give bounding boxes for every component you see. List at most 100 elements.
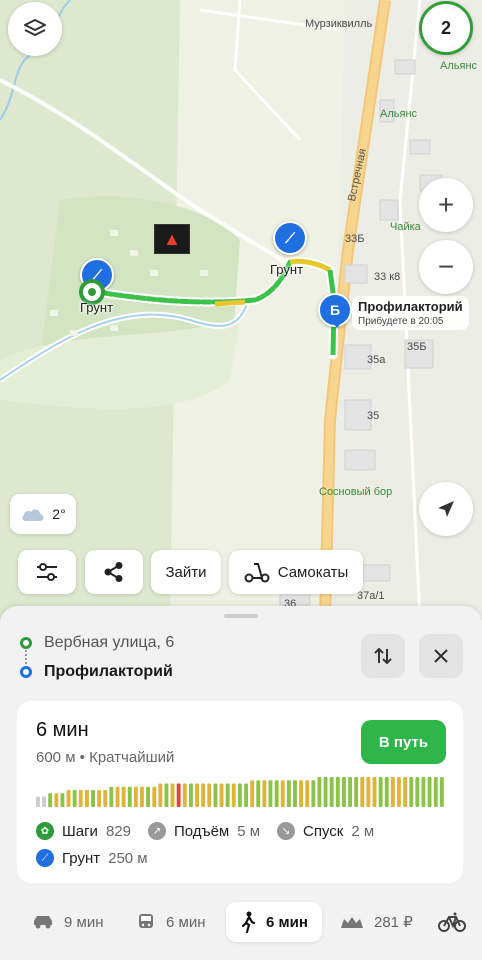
stat-steps: ✿ Шаги 829 <box>36 822 131 840</box>
start-route-button[interactable]: В путь <box>361 720 446 764</box>
layers-icon <box>24 19 46 36</box>
elevation-bar <box>133 786 138 807</box>
close-icon <box>434 649 448 663</box>
elevation-bar <box>195 783 199 807</box>
elevation-bar <box>140 786 144 807</box>
waypoint-from[interactable]: Вербная улица, 6 <box>20 634 174 652</box>
elevation-bar <box>78 790 83 807</box>
elevation-bar <box>182 783 187 807</box>
elevation-bar <box>85 790 89 807</box>
notifications-badge-button[interactable]: 2 <box>419 1 473 55</box>
walking-icon <box>241 911 256 933</box>
elevation-bar <box>60 793 65 807</box>
destination-title: Профилакторий <box>358 299 463 314</box>
share-icon <box>104 562 123 582</box>
car-icon <box>34 916 52 929</box>
sliders-icon <box>37 563 57 581</box>
surface-pin-mid-icon[interactable]: ⟋ <box>273 221 307 255</box>
transport-modes-bar: 9 мин 6 мин 6 мин 281 ₽ <box>0 902 482 946</box>
elevation-bar <box>286 780 291 807</box>
bicycle-icon <box>438 912 466 932</box>
map-label-sosnovy-bor: Сосновый бор <box>319 486 393 498</box>
zoom-out-button[interactable]: − <box>419 240 473 294</box>
elevation-bar <box>354 777 359 807</box>
destination-eta: Прибудете в 20:05 <box>358 316 444 327</box>
elevation-bar <box>256 780 261 807</box>
destination-pin[interactable]: Б <box>318 293 352 328</box>
ascent-icon: ↗ <box>148 822 166 840</box>
elevation-bar <box>366 777 371 807</box>
elevation-bar <box>164 783 169 807</box>
waypoint-to[interactable]: Профилакторий <box>20 663 173 681</box>
destination-callout[interactable]: Профилакторий Прибудете в 20:05 <box>352 296 469 330</box>
elevation-bar <box>207 783 212 807</box>
route-bottom-sheet[interactable]: Вербная улица, 6 Профилакторий 6 мин 600… <box>0 606 482 960</box>
elevation-bar <box>152 786 157 807</box>
elevation-bar <box>403 777 408 807</box>
map-view[interactable]: Мурзиквилль Альянс Альянс Встречная Чайк… <box>0 0 482 620</box>
elevation-bar <box>54 793 59 807</box>
elevation-bar <box>384 777 389 807</box>
descent-value: 2 м <box>351 822 375 840</box>
origin-dot-icon <box>20 637 32 649</box>
waypoint-from-label: Вербная улица, 6 <box>44 634 175 651</box>
elevation-bar <box>66 790 71 807</box>
scooters-button[interactable]: Самокаты <box>229 550 363 594</box>
route-card[interactable]: 6 мин 600 м • Кратчайший В путь ✿ Шаги 8… <box>17 701 463 883</box>
add-stop-button[interactable]: Зайти <box>151 550 221 594</box>
elevation-bar <box>91 790 95 807</box>
mode-walk[interactable]: 6 мин <box>226 902 322 942</box>
elevation-bar <box>170 783 175 807</box>
mode-taxi[interactable]: 281 ₽ <box>340 902 413 942</box>
steps-value: 829 <box>105 822 131 840</box>
elevation-bar <box>305 780 310 807</box>
map-label-alyans-top: Альянс <box>440 60 478 72</box>
waypoint-to-label: Профилакторий <box>44 663 173 680</box>
waypoint-connector <box>25 650 27 664</box>
map-label-murzikville: Мурзиквилль <box>305 18 373 30</box>
mode-transit[interactable]: 6 мин <box>136 902 206 942</box>
sheet-drag-handle[interactable] <box>224 614 258 618</box>
zoom-in-button[interactable]: + <box>419 178 473 232</box>
weather-widget[interactable]: 2° <box>10 494 76 534</box>
elevation-bar <box>323 777 328 807</box>
navigation-arrow-icon <box>438 501 454 517</box>
elevation-bar <box>415 777 420 807</box>
mode-walk-time: 6 мин <box>266 913 308 931</box>
stat-ascent: ↗ Подъём 5 м <box>148 822 260 840</box>
map-label-35a: 35а <box>367 354 386 366</box>
share-button[interactable] <box>85 550 143 594</box>
elevation-bar <box>421 777 426 807</box>
elevation-bar <box>372 777 377 807</box>
elevation-bar <box>409 777 414 807</box>
leaf-icon: ✿ <box>36 822 54 840</box>
elevation-bar <box>225 783 230 807</box>
route-distance-info: 600 м • Кратчайший <box>36 749 175 766</box>
elevation-bar <box>158 783 163 807</box>
scooters-label: Самокаты <box>277 563 349 581</box>
elevation-bar <box>293 780 297 807</box>
scooter-icon <box>244 563 270 583</box>
elevation-bar <box>103 790 108 807</box>
layers-button[interactable] <box>8 2 62 56</box>
elevation-bar <box>378 777 383 807</box>
my-location-button[interactable] <box>419 482 473 536</box>
elevation-bar <box>274 780 279 807</box>
elevation-bar <box>213 783 218 807</box>
mode-car[interactable]: 9 мин <box>32 902 104 942</box>
weather-temperature: 2° <box>52 506 66 522</box>
elevation-bar <box>231 783 236 807</box>
fire-poi-icon[interactable]: ▲ <box>154 224 190 254</box>
route-settings-button[interactable] <box>18 550 76 594</box>
close-button[interactable] <box>419 634 463 678</box>
swap-waypoints-button[interactable] <box>361 634 405 678</box>
elevation-bar <box>115 786 120 807</box>
elevation-bar <box>121 786 126 807</box>
map-label-37a1: 37а/1 <box>357 590 385 602</box>
elevation-bar <box>109 786 114 807</box>
mode-bicycle[interactable] <box>438 902 466 942</box>
steps-label: Шаги <box>62 822 98 840</box>
elevation-bar <box>127 786 132 807</box>
pin-mid-label: Грунт <box>270 262 304 277</box>
destination-dot-icon <box>20 666 32 678</box>
